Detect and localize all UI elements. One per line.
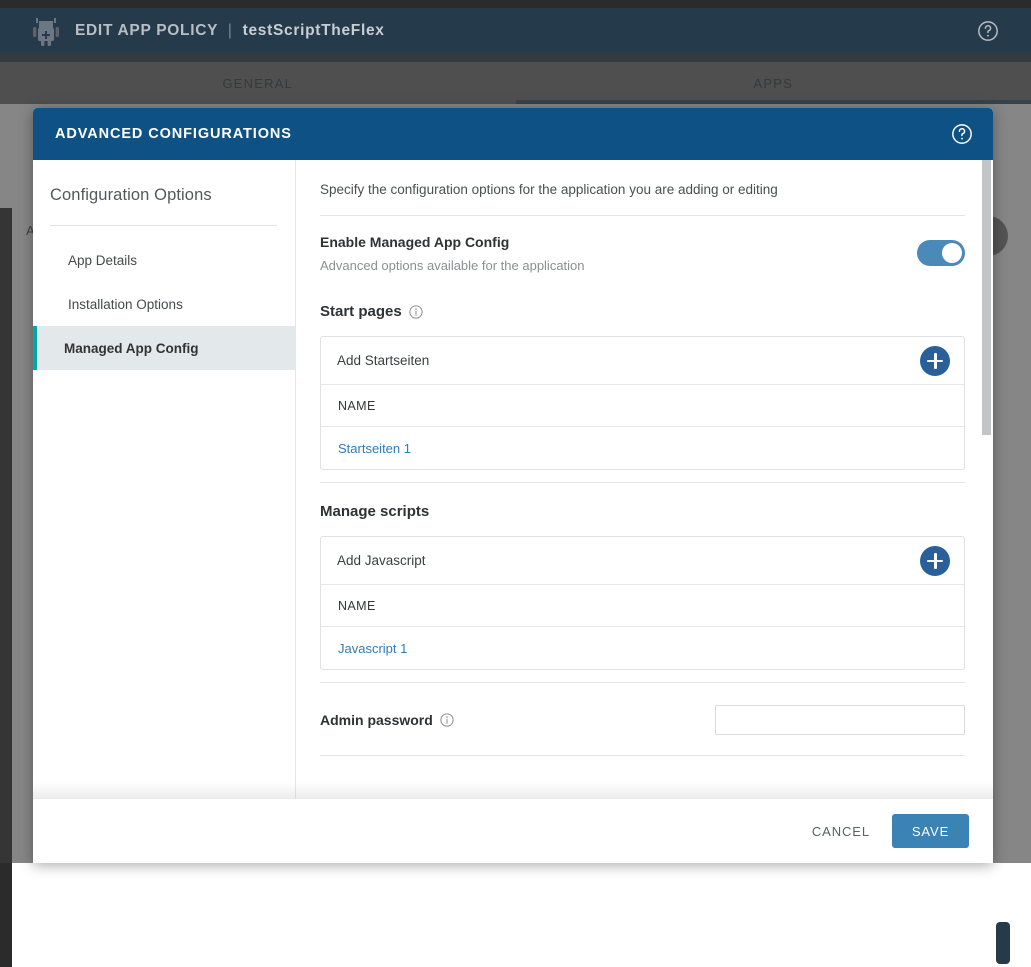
tab-apps-label: APPS <box>754 76 793 91</box>
dialog-content-inner: Specify the configuration options for th… <box>296 160 993 756</box>
manage-scripts-panel: Add Javascript NAME Javascript 1 <box>320 536 965 670</box>
add-javascript-button[interactable] <box>920 546 950 576</box>
start-pages-table-header: NAME <box>321 385 964 427</box>
section-divider <box>320 755 965 756</box>
managed-app-config-sublabel: Advanced options available for the appli… <box>320 258 585 273</box>
advanced-configurations-dialog: ADVANCED CONFIGURATIONS Configuration Op… <box>33 108 993 863</box>
toggle-knob <box>942 243 962 263</box>
table-row[interactable]: Startseiten 1 <box>321 427 964 469</box>
dialog-content: Specify the configuration options for th… <box>296 160 993 798</box>
dialog-header: ADVANCED CONFIGURATIONS <box>33 108 993 160</box>
add-startseiten-button[interactable] <box>920 346 950 376</box>
info-circle-icon[interactable] <box>409 305 423 319</box>
tab-general-label: GENERAL <box>222 76 293 91</box>
tab-general[interactable]: GENERAL <box>0 62 516 104</box>
manage-scripts-heading: Manage scripts <box>320 503 965 520</box>
policy-tab-bar: GENERAL APPS <box>0 62 1031 104</box>
javascript-link[interactable]: Javascript 1 <box>338 641 407 656</box>
sidebar-item-label: Installation Options <box>68 297 183 312</box>
content-intro-text: Specify the configuration options for th… <box>320 182 965 215</box>
enable-managed-app-config-toggle[interactable] <box>917 240 965 266</box>
content-scrollbar[interactable] <box>982 160 991 798</box>
sidebar-item-label: Managed App Config <box>64 341 199 356</box>
manage-scripts-panel-header: Add Javascript <box>321 537 964 585</box>
cancel-button[interactable]: CANCEL <box>812 824 870 839</box>
background-side-pill <box>996 922 1010 964</box>
sidebar-title: Configuration Options <box>33 186 295 205</box>
admin-password-row: Admin password <box>320 683 965 755</box>
android-robot-icon <box>33 16 59 46</box>
admin-password-label-group: Admin password <box>320 712 454 728</box>
dialog-sidebar: Configuration Options App Details Instal… <box>33 160 296 798</box>
manage-scripts-table-header: NAME <box>321 585 964 627</box>
sidebar-item-label: App Details <box>68 253 137 268</box>
top-bar-left-group: EDIT APP POLICY | testScriptTheFlex <box>0 16 385 46</box>
section-divider <box>320 482 965 483</box>
scrim-top-edge <box>0 0 1031 8</box>
start-pages-panel: Add Startseiten NAME Startseiten 1 <box>320 336 965 470</box>
sidebar-divider <box>50 225 277 226</box>
app-policy-name: testScriptTheFlex <box>243 22 385 39</box>
background-left-strip <box>0 208 12 967</box>
add-javascript-label: Add Javascript <box>337 553 426 568</box>
help-circle-icon[interactable] <box>951 123 973 145</box>
column-header-name: NAME <box>338 399 376 413</box>
app-title-separator: | <box>228 22 233 39</box>
start-pages-title: Start pages <box>320 303 402 320</box>
start-pages-heading: Start pages <box>320 303 965 320</box>
managed-app-config-label: Enable Managed App Config <box>320 234 585 250</box>
dialog-body: Configuration Options App Details Instal… <box>33 160 993 798</box>
app-title: EDIT APP POLICY | testScriptTheFlex <box>75 22 385 40</box>
managed-app-config-row: Enable Managed App Config Advanced optio… <box>320 216 965 289</box>
admin-password-label: Admin password <box>320 712 433 728</box>
sidebar-item-managed-app-config[interactable]: Managed App Config <box>33 326 295 370</box>
help-circle-icon[interactable] <box>977 20 999 42</box>
managed-app-config-text-group: Enable Managed App Config Advanced optio… <box>320 234 585 273</box>
add-startseiten-label: Add Startseiten <box>337 353 429 368</box>
app-top-bar: EDIT APP POLICY | testScriptTheFlex <box>0 0 1031 62</box>
start-page-link[interactable]: Startseiten 1 <box>338 441 411 456</box>
tab-apps[interactable]: APPS <box>516 62 1031 104</box>
app-title-text: EDIT APP POLICY <box>75 22 218 39</box>
scrollbar-thumb[interactable] <box>982 160 991 435</box>
sidebar-item-app-details[interactable]: App Details <box>33 238 295 282</box>
save-button[interactable]: SAVE <box>892 814 969 848</box>
admin-password-input[interactable] <box>715 705 965 735</box>
sidebar-item-installation-options[interactable]: Installation Options <box>33 282 295 326</box>
table-row[interactable]: Javascript 1 <box>321 627 964 669</box>
dialog-title: ADVANCED CONFIGURATIONS <box>33 126 292 142</box>
dialog-footer: CANCEL SAVE <box>33 798 993 863</box>
column-header-name: NAME <box>338 599 376 613</box>
start-pages-panel-header: Add Startseiten <box>321 337 964 385</box>
manage-scripts-title: Manage scripts <box>320 503 429 520</box>
info-circle-icon[interactable] <box>440 713 454 727</box>
